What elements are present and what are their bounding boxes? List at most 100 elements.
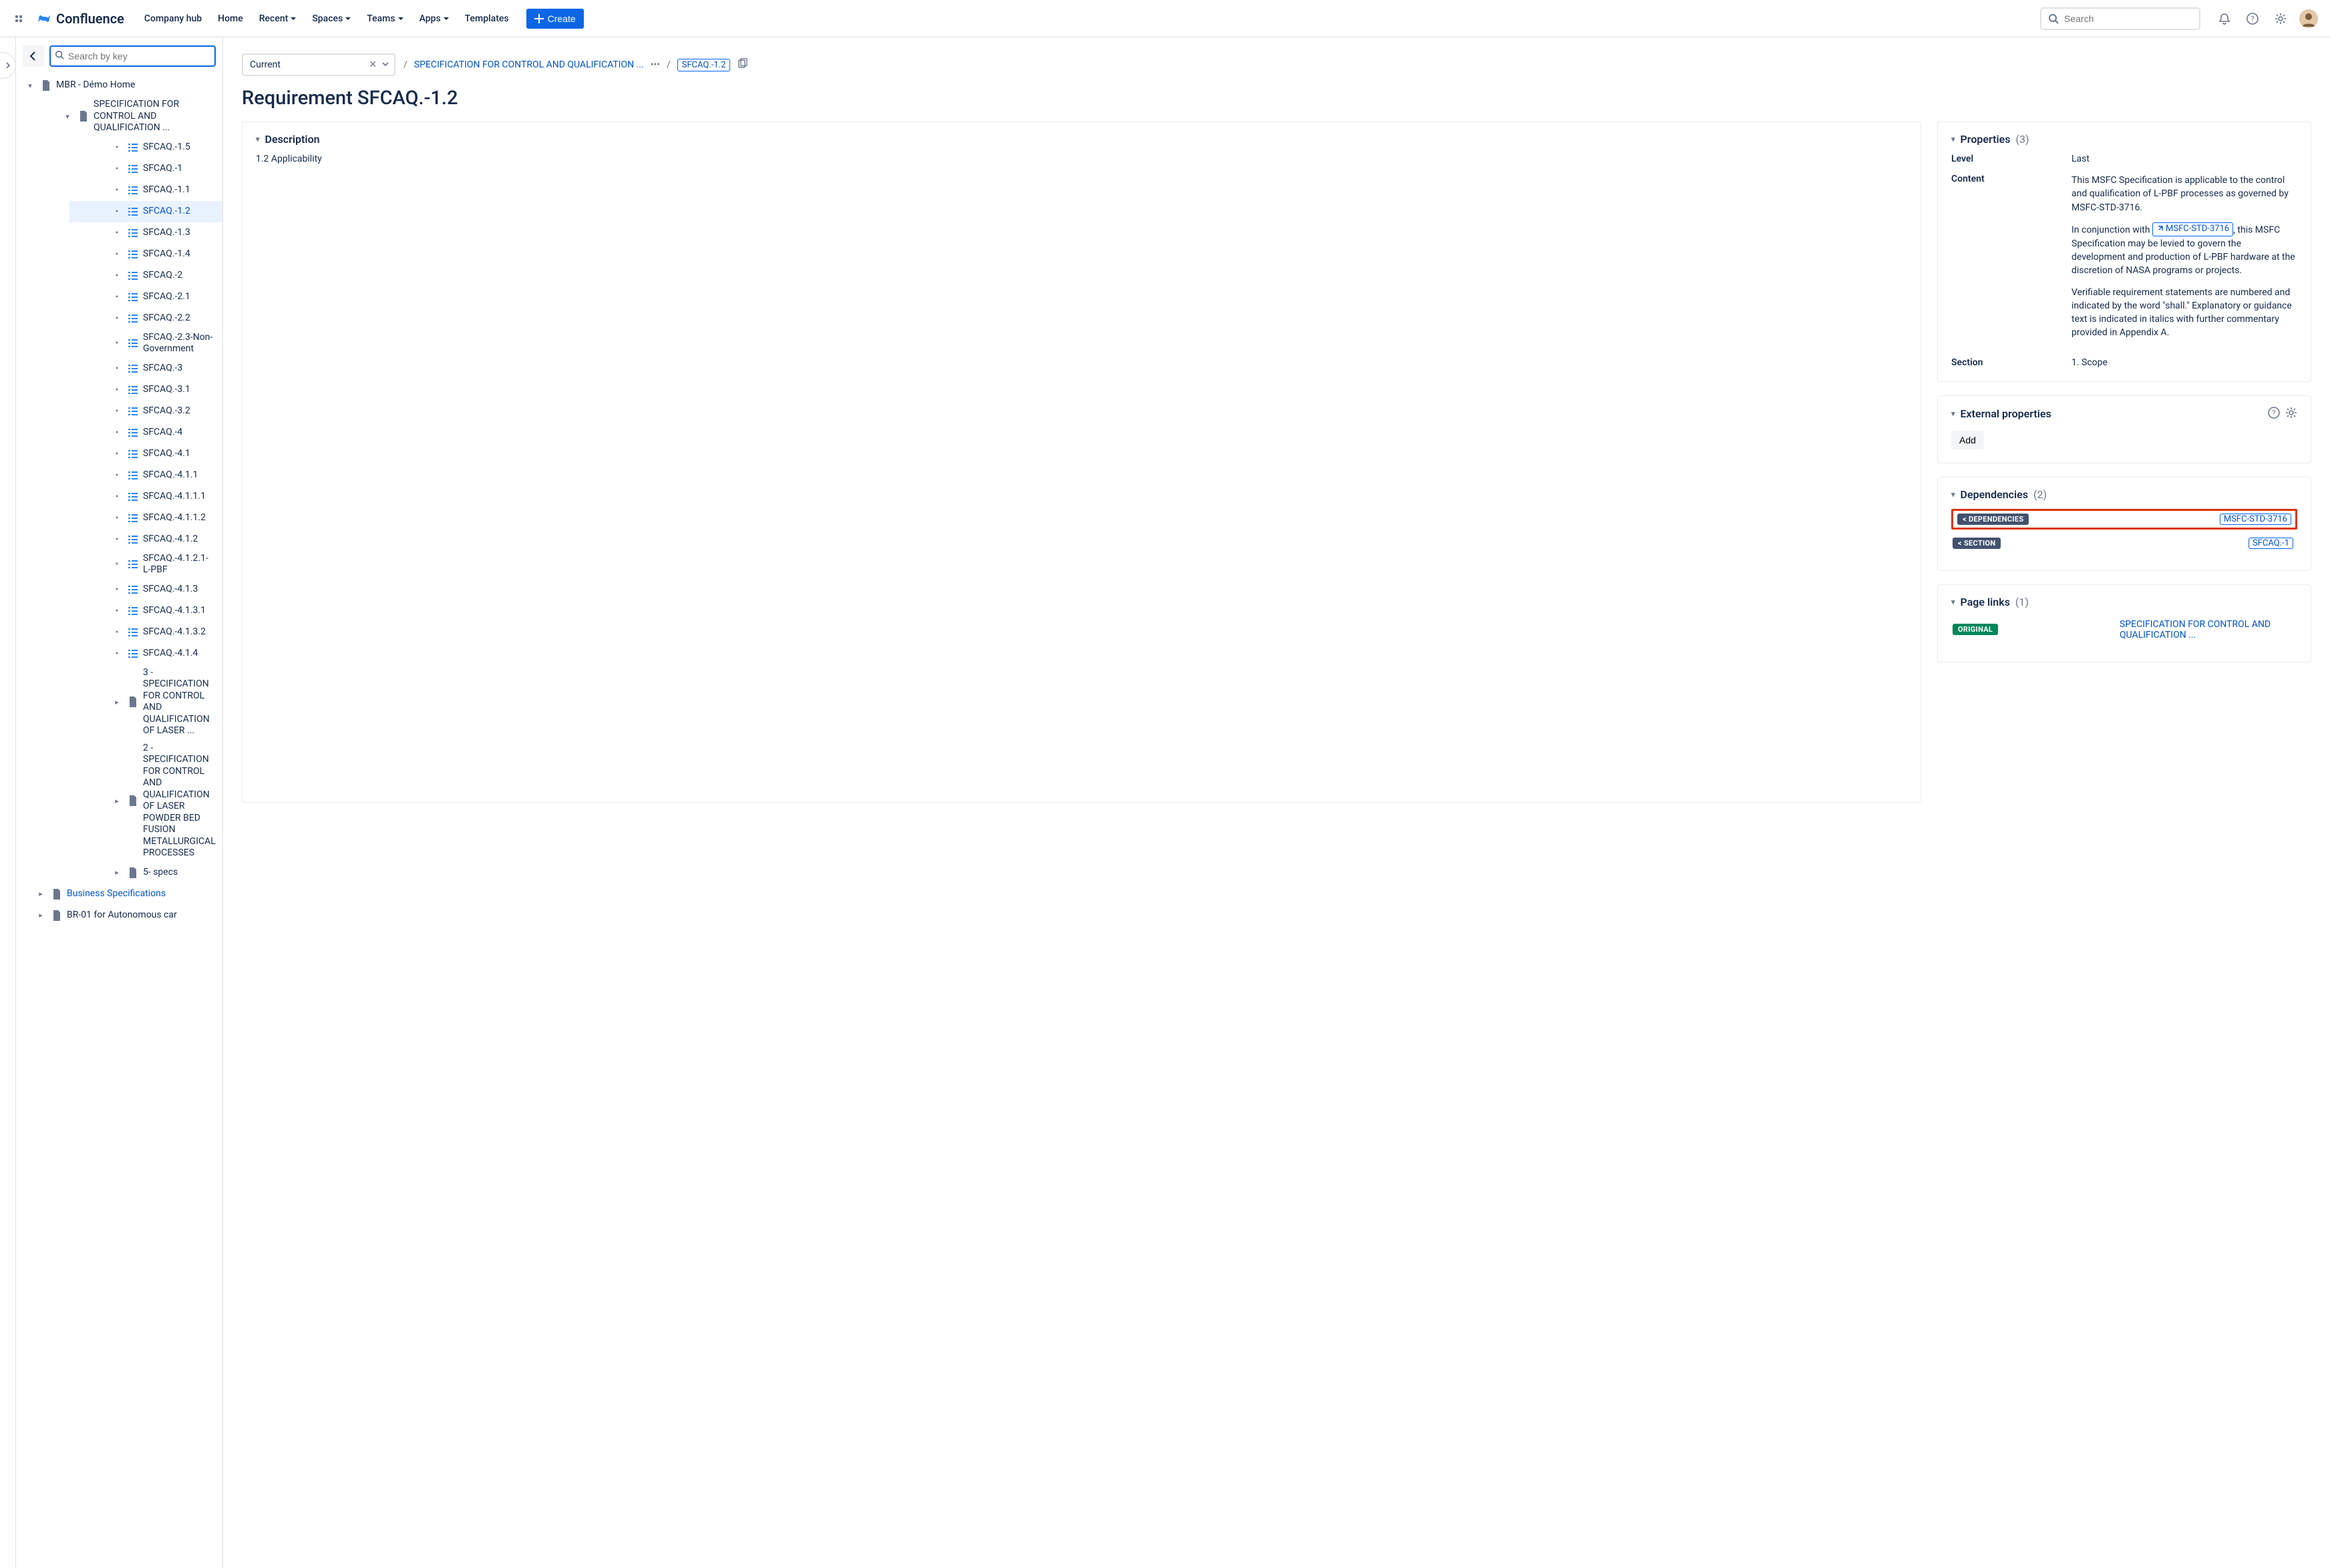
tree-search-input[interactable] — [67, 50, 210, 62]
tree-item[interactable]: • SFCAQ.-4.1.3.2 — [69, 622, 222, 643]
search-icon — [2048, 13, 2059, 24]
tree-item[interactable]: • SFCAQ.-2.2 — [69, 308, 222, 329]
crumb-chip[interactable]: SFCAQ.-1.2 — [677, 59, 731, 71]
nav-apps[interactable]: Apps — [413, 9, 456, 28]
tree-label: SFCAQ.-4.1.1 — [143, 469, 198, 481]
tree-item[interactable]: • SFCAQ.-4.1.1.1 — [69, 486, 222, 508]
tree-label: SFCAQ.-4.1.1.2 — [143, 512, 206, 524]
nav-recent[interactable]: Recent — [253, 9, 303, 28]
links-count: (1) — [2015, 596, 2029, 608]
tree-item[interactable]: • SFCAQ.-1.5 — [69, 137, 222, 158]
tree-root[interactable]: ▾ MBR - Démo Home — [16, 75, 222, 96]
search-box[interactable] — [2040, 7, 2200, 30]
copy-link-icon[interactable] — [737, 58, 747, 71]
tree-label: SFCAQ.-2.3-Non-Government — [143, 332, 216, 355]
ext-help-icon[interactable]: ? — [2268, 407, 2280, 421]
expand-rail-button[interactable] — [0, 52, 16, 79]
requirement-icon — [127, 339, 139, 347]
tree-item[interactable]: • SFCAQ.-3.1 — [69, 379, 222, 401]
tree-item[interactable]: • SFCAQ.-2.1 — [69, 286, 222, 308]
nav-company-hub[interactable]: Company hub — [138, 9, 208, 28]
requirement-icon — [127, 315, 139, 323]
tree-spec-folder[interactable]: ▾ SPECIFICATION FOR CONTROL AND QUALIFIC… — [43, 96, 222, 137]
tree-label: SFCAQ.-4.1.2 — [143, 534, 198, 546]
notifications-icon[interactable] — [2214, 8, 2235, 29]
tree-item[interactable]: • SFCAQ.-4.1 — [69, 443, 222, 465]
requirement-icon — [127, 229, 139, 237]
tree-item[interactable]: • SFCAQ.-4.1.3 — [69, 579, 222, 600]
topbar-actions: ? — [2214, 8, 2319, 29]
tree-item[interactable]: • SFCAQ.-2.3-Non-Government — [69, 329, 222, 358]
ext-add-button[interactable]: Add — [1951, 431, 1984, 449]
tree-item[interactable]: • SFCAQ.-1.2 — [69, 201, 222, 222]
help-icon[interactable]: ? — [2242, 8, 2263, 29]
requirement-icon — [127, 365, 139, 373]
confluence-logo[interactable]: Confluence — [36, 11, 124, 27]
tree-label: SFCAQ.-2 — [143, 270, 182, 282]
tree-label: BR-01 for Autonomous car — [67, 910, 177, 922]
tree-folder[interactable]: ▸ 5- specs — [69, 862, 222, 884]
requirement-icon — [127, 628, 139, 636]
page-icon — [127, 867, 139, 878]
tree-label: SFCAQ.-4.1 — [143, 448, 190, 460]
tree-item[interactable]: • SFCAQ.-4 — [69, 422, 222, 443]
app-switcher-icon[interactable] — [11, 11, 27, 27]
plus-icon — [534, 14, 544, 23]
tree-item[interactable]: • SFCAQ.-2 — [69, 265, 222, 286]
tree-item[interactable]: • SFCAQ.-3 — [69, 358, 222, 379]
tree-folder[interactable]: ▸ 3 - SPECIFICATION FOR CONTROL AND QUAL… — [69, 664, 222, 740]
tree-label: SFCAQ.-3.1 — [143, 384, 190, 396]
properties-count: (3) — [2016, 133, 2029, 146]
settings-icon[interactable] — [2270, 8, 2291, 29]
nav-links: Company hub Home Recent Spaces Teams App… — [138, 9, 516, 28]
topbar: Confluence Company hub Home Recent Space… — [0, 0, 2330, 37]
nav-spaces[interactable]: Spaces — [305, 9, 357, 28]
tree-item[interactable]: • SFCAQ.-4.1.3.1 — [69, 600, 222, 622]
tree-item[interactable]: • SFCAQ.-4.1.1.2 — [69, 508, 222, 529]
back-button[interactable] — [23, 45, 44, 67]
requirement-icon — [127, 144, 139, 152]
tree-item[interactable]: • SFCAQ.-1.4 — [69, 244, 222, 265]
tree-item[interactable]: • SFCAQ.-3.2 — [69, 401, 222, 422]
collapse-icon[interactable]: ▾ — [1951, 598, 1955, 606]
tree-item[interactable]: • SFCAQ.-1.3 — [69, 222, 222, 244]
tree-folder[interactable]: ▸ Business Specifications — [16, 884, 222, 905]
collapse-icon[interactable]: ▾ — [1951, 135, 1955, 144]
tree-item[interactable]: • SFCAQ.-1.1 — [69, 180, 222, 201]
content-p2: In conjunction with MSFC-STD-3716, this … — [2071, 222, 2297, 278]
dep-link[interactable]: MSFC-STD-3716 — [2220, 514, 2291, 525]
avatar[interactable] — [2298, 8, 2319, 29]
tree-folder[interactable]: ▸ BR-01 for Autonomous car — [16, 905, 222, 926]
requirement-icon — [127, 514, 139, 522]
collapse-icon[interactable]: ▾ — [1951, 490, 1955, 499]
nav-home[interactable]: Home — [211, 9, 250, 28]
collapse-icon[interactable]: ▾ — [1951, 409, 1955, 418]
tree-item[interactable]: • SFCAQ.-1 — [69, 158, 222, 180]
search-input[interactable] — [2063, 13, 2192, 25]
version-select[interactable]: Current ✕ — [242, 53, 395, 76]
tree-label: SPECIFICATION FOR CONTROL AND QUALIFICAT… — [94, 99, 216, 134]
sec-link[interactable]: SFCAQ.-1 — [2249, 538, 2293, 549]
crumb-more[interactable]: ••• — [651, 59, 660, 70]
content-link[interactable]: MSFC-STD-3716 — [2152, 222, 2233, 236]
tree-label: SFCAQ.-2.2 — [143, 313, 190, 325]
tree-item[interactable]: • SFCAQ.-4.1.4 — [69, 643, 222, 664]
page-link[interactable]: SPECIFICATION FOR CONTROL AND QUALIFICAT… — [2120, 619, 2293, 640]
tree-item[interactable]: • SFCAQ.-4.1.2.1-L-PBF — [69, 550, 222, 579]
tree-item[interactable]: • SFCAQ.-4.1.1 — [69, 465, 222, 486]
nav-teams[interactable]: Teams — [360, 9, 409, 28]
create-button[interactable]: Create — [526, 9, 584, 29]
crumb-spec-link[interactable]: SPECIFICATION FOR CONTROL AND QUALIFICAT… — [414, 59, 644, 70]
dependency-row-highlighted: < DEPENDENCIES MSFC-STD-3716 — [1951, 509, 2297, 530]
tree-item[interactable]: • SFCAQ.-4.1.2 — [69, 529, 222, 550]
clear-icon[interactable]: ✕ — [369, 59, 377, 70]
requirement-icon — [127, 272, 139, 280]
crumb-sep: / — [403, 59, 407, 70]
nav-templates[interactable]: Templates — [458, 9, 516, 28]
ext-settings-icon[interactable] — [2285, 407, 2297, 421]
tree-search[interactable] — [49, 45, 216, 67]
tree-folder[interactable]: ▸ 2 - SPECIFICATION FOR CONTROL AND QUAL… — [69, 740, 222, 862]
collapse-icon[interactable]: ▾ — [256, 135, 260, 144]
requirement-icon — [127, 493, 139, 501]
confluence-logo-icon — [36, 11, 52, 27]
